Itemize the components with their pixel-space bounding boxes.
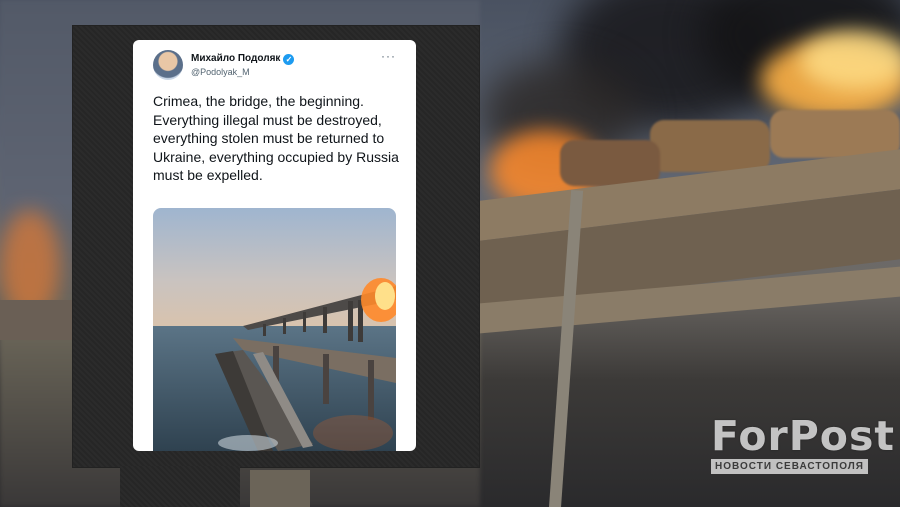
avatar[interactable]	[153, 50, 183, 80]
tweet-text: Crimea, the bridge, the beginning. Every…	[153, 93, 399, 183]
tweet-card[interactable]: Михайло Подоляк ✓ @Podolyak_M ··· Crimea,…	[133, 40, 416, 451]
forpost-watermark: ForPost НОВОСТИ СЕВАСТОПОЛЯ	[711, 412, 895, 474]
watermark-tagline: НОВОСТИ СЕВАСТОПОЛЯ	[711, 459, 868, 474]
verified-badge-icon: ✓	[283, 54, 295, 65]
author-name[interactable]: Михайло Подоляк ✓	[191, 53, 295, 65]
more-options-icon[interactable]: ···	[381, 49, 396, 63]
tweet-photo[interactable]	[153, 208, 396, 451]
watermark-name: ForPost	[711, 412, 895, 460]
dark-frame-stub	[120, 466, 240, 507]
author-name-text[interactable]: Михайло Подоляк	[191, 53, 280, 64]
author-handle[interactable]: @Podolyak_M	[191, 67, 250, 77]
